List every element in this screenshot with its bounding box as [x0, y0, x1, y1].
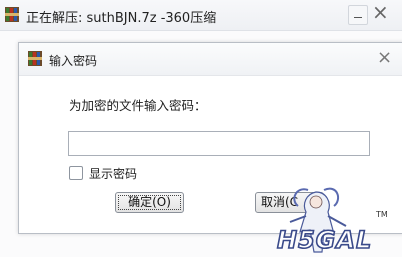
show-password-label[interactable]: 显示密码 — [89, 165, 137, 182]
dialog-title: 输入密码 — [49, 54, 98, 68]
outer-window-title: 正在解压: suthBJN.7z -360压缩 — [26, 11, 217, 26]
dialog-titlebar: 输入密码 × — [19, 43, 402, 76]
archive-app-icon — [5, 7, 19, 22]
show-password-checkbox[interactable] — [69, 166, 83, 180]
archive-app-icon — [28, 51, 42, 66]
ok-button[interactable]: 确定(O) — [115, 192, 184, 213]
close-icon[interactable]: × — [377, 47, 392, 68]
outer-close-icon[interactable]: × — [372, 2, 389, 22]
password-prompt: 为加密的文件输入密码： — [69, 98, 207, 113]
watermark-logo-text: H5GAL — [277, 226, 372, 254]
ok-button-label: 确定(O) — [128, 195, 171, 209]
trademark-mark: TM — [376, 210, 388, 219]
password-input[interactable] — [68, 131, 370, 156]
outer-window-titlebar: 正在解压: suthBJN.7z -360压缩 × — [0, 0, 402, 31]
watermark-logo: H5GAL — [276, 225, 372, 254]
minimize-icon[interactable] — [348, 5, 368, 25]
